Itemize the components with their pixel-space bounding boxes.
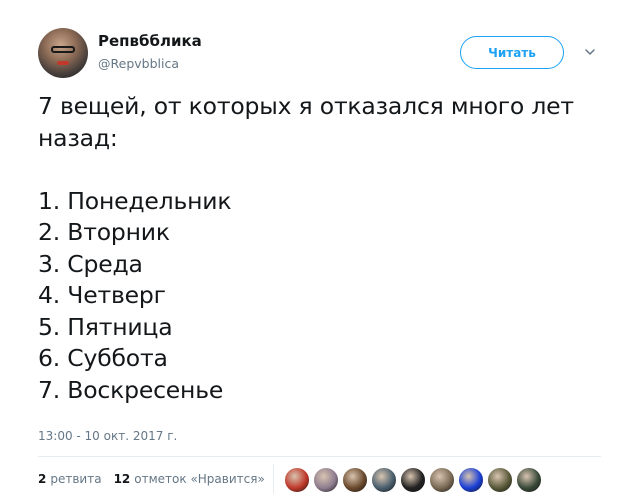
tweet-text-line: 3. Среда xyxy=(38,249,143,278)
liker-avatar[interactable] xyxy=(313,467,339,493)
likes-label: отметок «Нравится» xyxy=(134,472,265,486)
tweet-card: Репвбблика @Repvbblica Читать 7 вещей, о… xyxy=(0,0,639,502)
avatar-mouth-detail xyxy=(57,61,69,65)
liker-avatar[interactable] xyxy=(487,467,513,493)
tweet-text-line: 2. Вторник xyxy=(38,218,170,246)
liker-avatar[interactable] xyxy=(458,467,484,493)
likes-stat[interactable]: 12 отметок «Нравится» xyxy=(114,472,265,486)
tweet-text-line: 7. Воскресенье xyxy=(38,375,224,404)
tweet-text-line: 1. Понедельник xyxy=(38,186,232,215)
liker-avatar[interactable] xyxy=(371,467,397,493)
tweet-text-line: 5. Пятница xyxy=(38,312,173,341)
divider xyxy=(38,456,601,457)
retweets-count: 2 xyxy=(38,472,47,486)
author-avatar[interactable] xyxy=(38,28,88,78)
tweet-text-line: 6. Суббота xyxy=(38,344,168,372)
chevron-down-icon[interactable] xyxy=(583,45,597,59)
liker-avatar[interactable] xyxy=(516,467,542,493)
retweets-label: ретвита xyxy=(50,472,102,486)
liker-avatar[interactable] xyxy=(429,467,455,493)
avatar-glasses-detail xyxy=(51,46,75,53)
retweets-stat[interactable]: 2 ретвита xyxy=(38,472,102,486)
tweet-stats: 2 ретвита 12 отметок «Нравится» xyxy=(38,472,277,486)
liker-avatars xyxy=(284,467,545,493)
stats-divider xyxy=(273,464,274,494)
tweet-timestamp[interactable]: 13:00 - 10 окт. 2017 г. xyxy=(38,429,177,443)
author-display-name[interactable]: Репвбблика xyxy=(98,32,202,50)
tweet-text: 7 вещей, от которых я отказался много ле… xyxy=(38,91,608,406)
liker-avatar[interactable] xyxy=(400,467,426,493)
follow-button[interactable]: Читать xyxy=(460,36,564,69)
tweet-text-line: 4. Четверг xyxy=(38,281,166,309)
liker-avatar[interactable] xyxy=(342,467,368,493)
tweet-text-line: назад: xyxy=(38,123,118,152)
author-username[interactable]: @Repvbblica xyxy=(98,56,179,71)
liker-avatar[interactable] xyxy=(284,467,310,493)
likes-count: 12 xyxy=(113,472,131,486)
tweet-text-line: 7 вещей, от которых я отказался много ле… xyxy=(38,92,574,120)
